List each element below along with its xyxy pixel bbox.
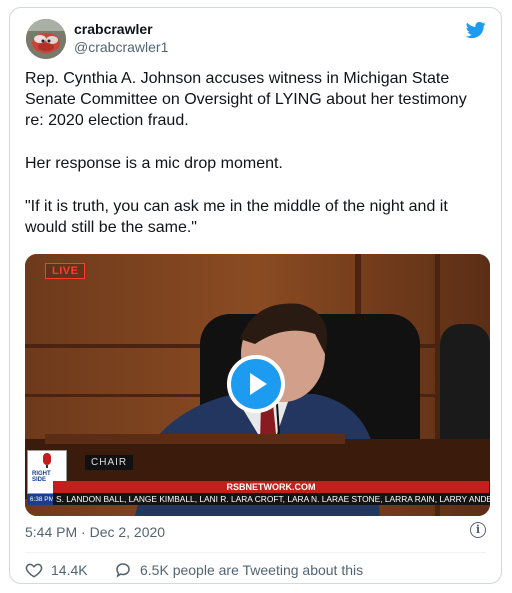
tweet-card: crabcrawler @crabcrawler1 Rep. Cynthia A… [9,7,502,584]
tweet-text: Rep. Cynthia A. Johnson accuses witness … [25,68,487,238]
user-handle[interactable]: @crabcrawler1 [74,39,168,55]
ticker-bar: S. LANDON BALL, LANGE KIMBALL, LANI R. L… [53,493,490,505]
twitter-bird-icon[interactable] [465,20,487,40]
chair-sign: CHAIR [85,455,134,470]
like-count: 14.4K [51,562,88,578]
video-player[interactable]: LIVE CHAIR RIGHT SIDE 6:38 PM ET RSBNETW… [25,254,490,516]
divider [25,552,486,553]
tweet-timestamp[interactable]: 5:44 PM · Dec 2, 2020 [25,524,165,540]
tweeting-about-text: 6.5K people are Tweeting about this [140,562,364,578]
network-url-bar: RSBNETWORK.COM [53,481,489,493]
reply-bubble-icon [116,563,130,578]
play-icon [250,373,267,395]
play-button[interactable] [227,355,285,413]
tweet-paragraph: "If it is truth, you can ask me in the m… [25,198,448,236]
microphone-icon [43,453,51,468]
live-badge: LIVE [45,263,86,279]
like-button[interactable]: 14.4K [25,560,88,580]
avatar[interactable] [26,19,66,59]
tweet-paragraph: Her response is a mic drop moment. [25,155,283,172]
info-icon[interactable]: i [470,522,486,538]
logo-text: RIGHT SIDE [32,471,51,483]
tweeting-about-link[interactable]: 6.5K people are Tweeting about this [114,560,363,580]
tweet-paragraph: Rep. Cynthia A. Johnson accuses witness … [25,70,467,129]
display-name[interactable]: crabcrawler [74,21,153,37]
heart-icon [25,563,43,578]
